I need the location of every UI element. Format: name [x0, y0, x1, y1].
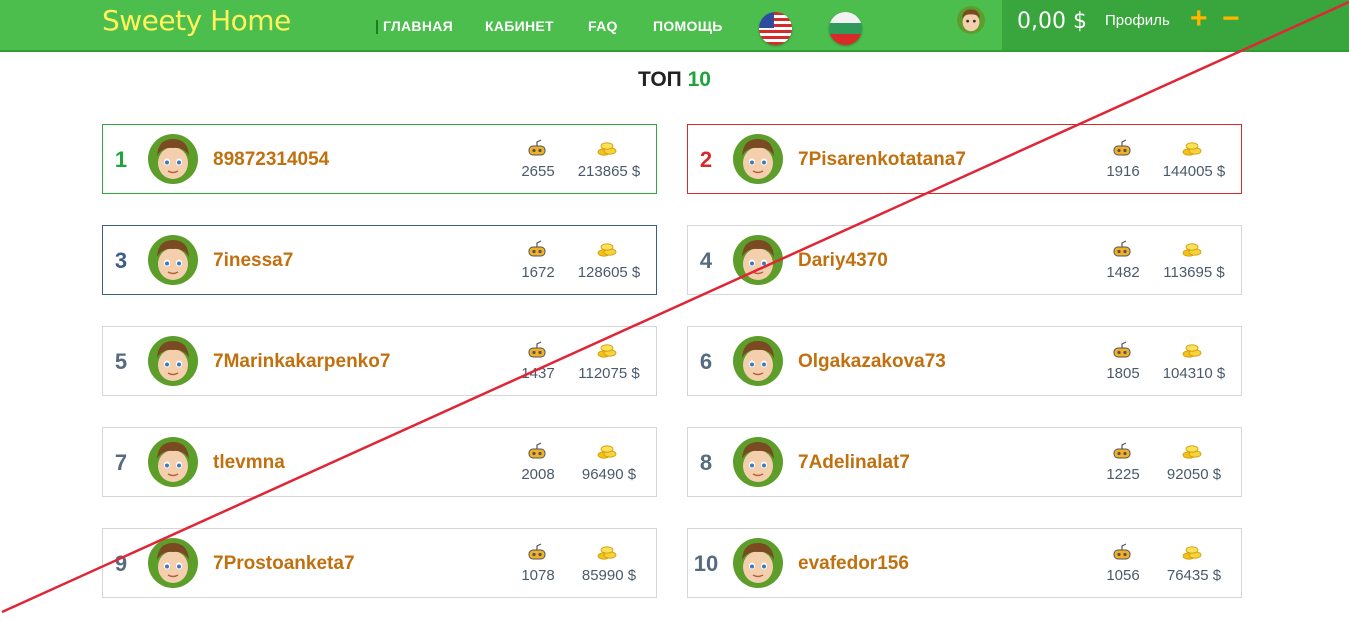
- nav-cabinet[interactable]: КАБИНЕТ: [485, 18, 554, 34]
- leader-username[interactable]: 7Pisarenkotatana7: [798, 149, 966, 171]
- games-count: 1078: [521, 567, 555, 584]
- top-navbar: Sweety Home ГЛАВНАЯ КАБИНЕТ FAQ ПОМОЩЬ 0…: [0, 0, 1349, 52]
- user-avatar-icon[interactable]: [148, 235, 198, 285]
- deposit-plus-button[interactable]: +: [1190, 2, 1208, 36]
- leader-card[interactable]: 8 7Adelinalat7 1225 92050 $: [687, 427, 1242, 497]
- user-avatar-icon[interactable]: [733, 437, 783, 487]
- title-number: 10: [687, 68, 711, 91]
- leader-username[interactable]: Dariy4370: [798, 250, 888, 272]
- leader-username[interactable]: 89872314054: [213, 149, 329, 171]
- leader-rank: 8: [699, 450, 713, 475]
- leader-card[interactable]: 9 7Prostoanketa7 1078 85990 $: [102, 528, 657, 598]
- leader-card[interactable]: 6 Olgakazakova73 1805 104310 $: [687, 326, 1242, 396]
- us-flag-icon[interactable]: [759, 12, 792, 45]
- nav-home[interactable]: ГЛАВНАЯ: [383, 18, 453, 34]
- coins-icon: [596, 341, 618, 359]
- leader-username[interactable]: evafedor156: [798, 553, 909, 575]
- coins-amount: 113695 $: [1163, 264, 1225, 281]
- user-avatar-icon[interactable]: [733, 134, 783, 184]
- coins-icon: [1181, 341, 1203, 359]
- gamepad-icon: [526, 442, 548, 460]
- user-avatar-icon[interactable]: [148, 437, 198, 487]
- leader-card[interactable]: 4 Dariy4370 1482 113695 $: [687, 225, 1242, 295]
- leader-card[interactable]: 10 evafedor156 1056 76435 $: [687, 528, 1242, 598]
- coins-icon: [1181, 240, 1203, 258]
- coins-icon: [1181, 139, 1203, 157]
- gamepad-icon: [526, 240, 548, 258]
- leader-username[interactable]: 7Adelinalat7: [798, 452, 910, 474]
- balance-amount: 0,00 $: [1017, 9, 1087, 34]
- nav-help[interactable]: ПОМОЩЬ: [653, 18, 723, 34]
- leader-card[interactable]: 1 89872314054 2655 213865 $: [102, 124, 657, 194]
- coins-icon: [596, 240, 618, 258]
- coins-amount: 92050 $: [1166, 466, 1222, 483]
- gamepad-icon: [1111, 341, 1133, 359]
- games-count: 1056: [1106, 567, 1140, 584]
- gamepad-icon: [1111, 240, 1133, 258]
- games-count: 2655: [521, 163, 555, 180]
- gamepad-icon: [526, 543, 548, 561]
- gamepad-icon: [1111, 543, 1133, 561]
- profile-link[interactable]: Профиль: [1105, 12, 1170, 29]
- user-avatar-icon[interactable]: [148, 538, 198, 588]
- leader-rank: 10: [693, 551, 719, 576]
- user-avatar-icon[interactable]: [733, 538, 783, 588]
- leader-rank: 2: [699, 147, 713, 172]
- leader-username[interactable]: Olgakazakova73: [798, 351, 946, 373]
- coins-icon: [1181, 442, 1203, 460]
- withdraw-minus-button[interactable]: −: [1222, 2, 1240, 36]
- games-count: 1672: [521, 264, 555, 281]
- user-avatar-icon[interactable]: [148, 134, 198, 184]
- bg-flag-icon[interactable]: [829, 12, 862, 45]
- leader-rank: 7: [114, 450, 128, 475]
- coins-amount: 96490 $: [581, 466, 637, 483]
- coins-amount: 85990 $: [581, 567, 637, 584]
- leader-card[interactable]: 2 7Pisarenkotatana7 1916 144005 $: [687, 124, 1242, 194]
- leader-rank: 1: [114, 147, 128, 172]
- coins-icon: [596, 442, 618, 460]
- coins-amount: 144005 $: [1162, 163, 1226, 180]
- games-count: 1805: [1106, 365, 1140, 382]
- games-count: 1437: [521, 365, 555, 382]
- leader-rank: 9: [114, 551, 128, 576]
- nav-faq[interactable]: FAQ: [588, 18, 618, 34]
- user-avatar-icon[interactable]: [733, 235, 783, 285]
- coins-amount: 128605 $: [577, 264, 641, 281]
- site-logo[interactable]: Sweety Home: [102, 4, 291, 37]
- leader-username[interactable]: 7inessa7: [213, 250, 293, 272]
- coins-icon: [1181, 543, 1203, 561]
- gamepad-icon: [1111, 139, 1133, 157]
- leader-username[interactable]: 7Prostoanketa7: [213, 553, 355, 575]
- games-count: 1482: [1106, 264, 1140, 281]
- title-prefix: ТОП: [638, 68, 682, 91]
- leader-rank: 3: [114, 248, 128, 273]
- page-title: ТОП 10: [0, 68, 1349, 92]
- leader-card[interactable]: 5 7Marinkakarpenko7 1437 112075 $: [102, 326, 657, 396]
- leader-rank: 4: [699, 248, 713, 273]
- leader-card[interactable]: 7 tlevmna 2008 96490 $: [102, 427, 657, 497]
- coins-icon: [596, 543, 618, 561]
- gamepad-icon: [1111, 442, 1133, 460]
- leader-card[interactable]: 3 7inessa7 1672 128605 $: [102, 225, 657, 295]
- coins-icon: [596, 139, 618, 157]
- leader-rank: 5: [114, 349, 128, 374]
- user-avatar-icon[interactable]: [148, 336, 198, 386]
- games-count: 1225: [1106, 466, 1140, 483]
- coins-amount: 213865 $: [577, 163, 641, 180]
- games-count: 1916: [1106, 163, 1140, 180]
- leader-username[interactable]: tlevmna: [213, 452, 285, 474]
- nav-separator: [376, 20, 378, 34]
- user-avatar-icon[interactable]: [957, 6, 985, 34]
- user-avatar-icon[interactable]: [733, 336, 783, 386]
- coins-amount: 112075 $: [578, 365, 640, 382]
- coins-amount: 104310 $: [1162, 365, 1226, 382]
- coins-amount: 76435 $: [1166, 567, 1222, 584]
- leader-rank: 6: [699, 349, 713, 374]
- gamepad-icon: [526, 341, 548, 359]
- gamepad-icon: [526, 139, 548, 157]
- games-count: 2008: [521, 466, 555, 483]
- leader-username[interactable]: 7Marinkakarpenko7: [213, 351, 390, 373]
